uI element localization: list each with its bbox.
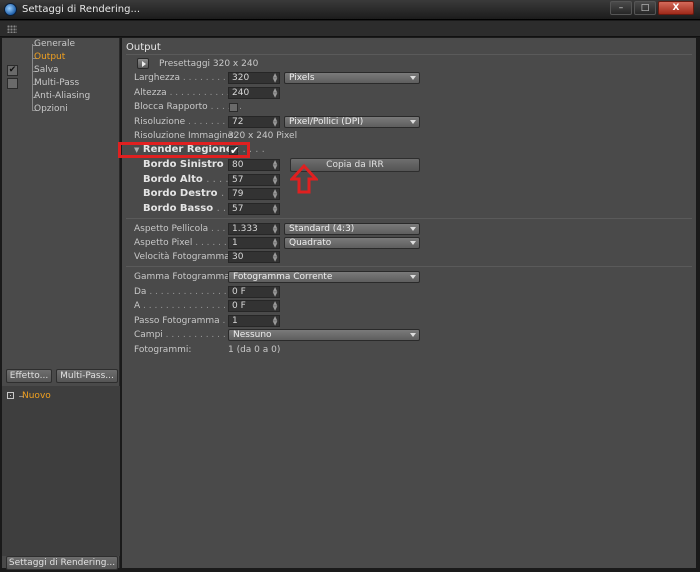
- sidebar-item-multipass[interactable]: Multi-Pass: [34, 78, 79, 91]
- sidebar-item-generale[interactable]: Generale: [34, 39, 75, 52]
- sidebar-item-salva[interactable]: Salva: [34, 65, 59, 78]
- chevron-down-icon: [410, 333, 416, 337]
- close-button[interactable]: X: [658, 1, 694, 15]
- effect-item-icon[interactable]: [7, 392, 14, 399]
- divider: [126, 54, 692, 55]
- frame-rate-input[interactable]: 30 ▲ ▼: [228, 251, 280, 263]
- chevron-down-icon: [410, 227, 416, 231]
- from-input[interactable]: 0 F ▲ ▼: [228, 286, 280, 298]
- image-resolution-value: 320 x 240 Pixel: [228, 131, 298, 141]
- chevron-down-icon: [410, 120, 416, 124]
- app-icon: [4, 3, 17, 16]
- spin-icon: ▲ ▼: [272, 286, 278, 298]
- settings-tree: Generale Output ✔ Salva Multi-Pass Anti-…: [2, 38, 120, 368]
- left-border-input[interactable]: 80 ▲ ▼: [228, 159, 280, 171]
- film-aspect-input[interactable]: 1.333 ▲ ▼: [228, 223, 280, 235]
- spin-icon: ▲ ▼: [272, 237, 278, 249]
- spin-icon: ▲ ▼: [272, 315, 278, 327]
- preset-button[interactable]: [137, 58, 149, 69]
- minimize-button[interactable]: –: [610, 1, 632, 15]
- effect-item-nuovo[interactable]: Nuovo: [22, 391, 51, 401]
- toolbar: [0, 21, 700, 37]
- spin-icon: ▲ ▼: [272, 251, 278, 263]
- render-settings-button[interactable]: Settaggi di Rendering...: [6, 556, 118, 570]
- spin-icon: ▲ ▼: [272, 300, 278, 312]
- divider: [126, 218, 692, 219]
- pixel-aspect-label: Aspetto Pixel . . . . . . .: [134, 238, 233, 248]
- right-border-input[interactable]: 79 ▲ ▼: [228, 188, 280, 200]
- multipass-checkbox[interactable]: [7, 78, 18, 89]
- sidebar-item-opzioni[interactable]: Opzioni: [34, 104, 68, 117]
- spin-icon: ▲ ▼: [272, 87, 278, 99]
- pixel-aspect-dropdown[interactable]: Quadrato: [284, 237, 420, 249]
- frames-label: Fotogrammi:: [134, 345, 192, 355]
- spin-icon: ▲ ▼: [272, 159, 278, 171]
- divider: [126, 266, 692, 267]
- frame-range-dropdown[interactable]: Fotogramma Corrente: [228, 271, 420, 283]
- salva-checkbox[interactable]: ✔: [7, 65, 18, 76]
- sidebar-item-antialiasing[interactable]: Anti-Aliasing: [34, 91, 90, 104]
- image-resolution-label: Risoluzione Immagine:: [134, 131, 237, 141]
- frames-value: 1 (da 0 a 0): [228, 345, 281, 355]
- effect-list: Nuovo: [2, 386, 120, 556]
- spin-icon: ▲ ▼: [272, 72, 278, 84]
- chevron-down-icon: [410, 76, 416, 80]
- chevron-down-icon: [410, 241, 416, 245]
- output-panel: Output Presettaggi 320 x 240 Larghezza .…: [122, 38, 696, 568]
- sidebar-item-output[interactable]: Output: [34, 52, 65, 65]
- title-bar: Settaggi di Rendering... – □ X: [0, 0, 700, 20]
- spin-icon: ▲ ▼: [272, 223, 278, 235]
- spin-icon: ▲ ▼: [272, 203, 278, 215]
- window-controls: – □ X: [610, 1, 694, 15]
- maximize-button[interactable]: □: [634, 1, 656, 15]
- film-aspect-label: Aspetto Pellicola . . . . .: [134, 224, 237, 234]
- spin-icon: ▲ ▼: [272, 188, 278, 200]
- lock-ratio-label: Blocca Rapporto . . . . . .: [134, 102, 243, 112]
- resolution-input[interactable]: 72 ▲ ▼: [228, 116, 280, 128]
- spin-icon: ▲ ▼: [272, 174, 278, 186]
- film-aspect-dropdown[interactable]: Standard (4:3): [284, 223, 420, 235]
- spin-icon: ▲ ▼: [272, 116, 278, 128]
- tree-line: [32, 44, 33, 111]
- multipass-button[interactable]: Multi-Pass...: [56, 369, 118, 383]
- pixel-aspect-input[interactable]: 1 ▲ ▼: [228, 237, 280, 249]
- play-icon: [142, 61, 146, 67]
- arrow-up-icon: [290, 164, 318, 194]
- top-border-input[interactable]: 57 ▲ ▼: [228, 174, 280, 186]
- resolution-unit-dropdown[interactable]: Pixel/Pollici (DPI): [284, 116, 420, 128]
- chevron-down-icon: [410, 275, 416, 279]
- bottom-border-input[interactable]: 57 ▲ ▼: [228, 203, 280, 215]
- lock-ratio-checkbox[interactable]: [229, 103, 238, 112]
- window-title: Settaggi di Rendering...: [22, 4, 141, 15]
- frame-step-input[interactable]: 1 ▲ ▼: [228, 315, 280, 327]
- sidebar: Generale Output ✔ Salva Multi-Pass Anti-…: [2, 38, 120, 570]
- section-title: Output: [126, 42, 161, 53]
- effect-button[interactable]: Effetto...: [6, 369, 52, 383]
- fields-dropdown[interactable]: Nessuno: [228, 329, 420, 341]
- grip-icon[interactable]: [7, 25, 17, 33]
- preset-label: Presettaggi 320 x 240: [159, 59, 259, 69]
- height-input[interactable]: 240 ▲ ▼: [228, 87, 280, 99]
- to-input[interactable]: 0 F ▲ ▼: [228, 300, 280, 312]
- highlight-box: [118, 142, 250, 158]
- width-input[interactable]: 320 ▲ ▼: [228, 72, 280, 84]
- width-unit-dropdown[interactable]: Pixels: [284, 72, 420, 84]
